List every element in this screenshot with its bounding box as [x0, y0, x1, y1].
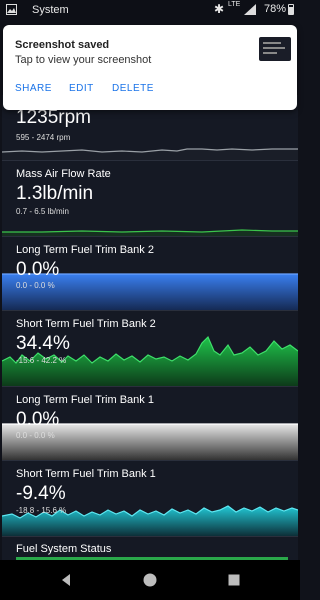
gauge-card-ltft-bank1[interactable]: Long Term Fuel Trim Bank 1 0.0% 0.0 - 0.… [2, 387, 298, 461]
gauge-title: Fuel System Status [16, 543, 112, 555]
battery-icon [288, 4, 294, 15]
network-type: LTE [228, 1, 241, 8]
status-bar: System ✱ LTE 78% [0, 0, 300, 20]
home-icon[interactable] [142, 572, 158, 588]
gauge-range: -18.8 - 15.6 % [16, 506, 67, 515]
delete-button[interactable]: DELETE [112, 83, 154, 94]
share-button[interactable]: SHARE [15, 83, 52, 94]
screenshot-notification[interactable]: Screenshot saved Tap to view your screen… [3, 25, 297, 110]
edit-button[interactable]: EDIT [69, 83, 94, 94]
gauge-card-stft-bank1[interactable]: Short Term Fuel Trim Bank 1 -9.4% -18.8 … [2, 461, 298, 537]
gauge-title: Long Term Fuel Trim Bank 2 [16, 244, 154, 256]
recents-icon[interactable] [226, 572, 242, 588]
gauge-title: Long Term Fuel Trim Bank 1 [16, 394, 154, 406]
status-label: System [32, 4, 69, 16]
gauge-range: 0.7 - 6.5 lb/min [16, 207, 69, 216]
signal-icon [244, 4, 256, 15]
gauge-title: Short Term Fuel Trim Bank 2 [16, 318, 156, 330]
gauge-value: 0.0% [16, 409, 60, 430]
back-icon[interactable] [58, 572, 74, 588]
gauge-graph [2, 229, 298, 236]
notification-subtitle: Tap to view your screenshot [15, 54, 152, 66]
gauge-graph [2, 148, 298, 160]
gauge-value: 1235rpm [16, 107, 91, 128]
gauge-card-ltft-bank2[interactable]: Long Term Fuel Trim Bank 2 0.0% 0.0 - 0.… [2, 237, 298, 311]
gauge-title: Mass Air Flow Rate [16, 168, 111, 180]
gauge-value: 1.3lb/min [16, 183, 94, 204]
image-icon [6, 4, 17, 15]
gauge-card-stft-bank2[interactable]: Short Term Fuel Trim Bank 2 34.4% -15.6 … [2, 311, 298, 387]
gauge-value: 34.4% [16, 333, 70, 354]
gauge-range: 0.0 - 0.0 % [16, 281, 55, 290]
gauge-value: -9.4% [16, 483, 66, 504]
battery-percent: 78% [264, 3, 287, 15]
gauge-range: 595 - 2474 rpm [16, 133, 71, 142]
gauge-title: Short Term Fuel Trim Bank 1 [16, 468, 156, 480]
screenshot-thumbnail[interactable] [259, 37, 291, 61]
notification-title: Screenshot saved [15, 39, 110, 51]
gauge-card-maf[interactable]: Mass Air Flow Rate 1.3lb/min 0.7 - 6.5 l… [2, 161, 298, 237]
gauge-card-fuel-system-status[interactable]: Fuel System Status [2, 537, 298, 561]
gauge-range: -15.6 - 42.2 % [16, 356, 67, 365]
gauge-range: 0.0 - 0.0 % [16, 431, 55, 440]
navigation-bar [0, 560, 300, 600]
bluetooth-icon: ✱ [214, 2, 225, 16]
gauge-value: 0.0% [16, 259, 60, 280]
